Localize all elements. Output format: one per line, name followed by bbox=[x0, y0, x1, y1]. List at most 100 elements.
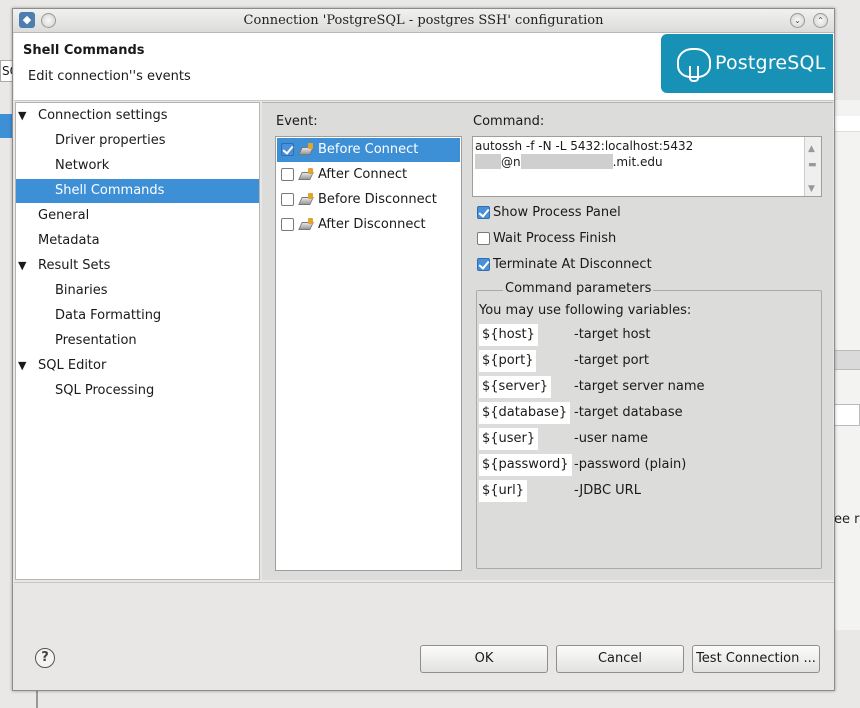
tree-item-sql-editor[interactable]: ▼ SQL Editor bbox=[16, 354, 259, 378]
plug-icon bbox=[298, 218, 314, 232]
tree-item-presentation[interactable]: Presentation bbox=[16, 329, 259, 353]
tree-item-binaries[interactable]: Binaries bbox=[16, 279, 259, 303]
tree-item-connection-settings[interactable]: ▼ Connection settings bbox=[16, 104, 259, 128]
tree-item-data-formatting[interactable]: Data Formatting bbox=[16, 304, 259, 328]
tree-item-label: Binaries bbox=[55, 283, 108, 298]
tree-item-driver-properties[interactable]: Driver properties bbox=[16, 129, 259, 153]
command-parameters-title: Command parameters bbox=[503, 281, 654, 296]
param-description: -target port bbox=[574, 353, 649, 368]
help-icon[interactable]: ? bbox=[35, 648, 55, 668]
tree-item-label: Metadata bbox=[38, 233, 100, 248]
command-textarea[interactable]: autossh -f -N -L 5432:localhost:5432 @n.… bbox=[472, 136, 822, 197]
tree-item-label: SQL Editor bbox=[38, 358, 107, 373]
ok-button[interactable]: OK bbox=[420, 645, 548, 673]
event-label: Event: bbox=[276, 114, 318, 129]
param-variable: ${database} bbox=[479, 402, 571, 424]
param-variable: ${password} bbox=[479, 454, 572, 476]
command-text-fragment: @n bbox=[501, 155, 521, 169]
wait-process-finish-checkbox[interactable] bbox=[477, 232, 490, 245]
event-before-connect[interactable]: Before Connect bbox=[277, 138, 460, 162]
scroll-up-icon[interactable]: ▲ bbox=[808, 141, 815, 157]
tree-item-label: Driver properties bbox=[55, 133, 166, 148]
param-variable: ${url} bbox=[479, 480, 528, 502]
param-description: -target host bbox=[574, 327, 651, 342]
event-checkbox[interactable] bbox=[281, 218, 294, 231]
param-variable: ${server} bbox=[479, 376, 551, 398]
tree-item-label: Result Sets bbox=[38, 258, 111, 273]
tree-item-network[interactable]: Network bbox=[16, 154, 259, 178]
tree-item-label: General bbox=[38, 208, 90, 223]
expand-triangle-icon[interactable]: ▼ bbox=[18, 104, 26, 128]
param-variable: ${host} bbox=[479, 324, 538, 346]
option-label: Wait Process Finish bbox=[493, 231, 617, 246]
page-header: Shell Commands Edit connection''s events… bbox=[14, 33, 834, 101]
tree-item-label: Connection settings bbox=[38, 108, 168, 123]
background-header-fragment bbox=[834, 350, 860, 370]
command-scrollbar[interactable]: ▲ ▬ ▼ bbox=[804, 137, 821, 196]
param-description: -target server name bbox=[574, 379, 705, 394]
window-title: Connection 'PostgreSQL - postgres SSH' c… bbox=[243, 13, 604, 28]
event-after-disconnect[interactable]: After Disconnect bbox=[277, 213, 460, 237]
background-row-fragment bbox=[834, 116, 860, 132]
scroll-thumb-icon[interactable]: ▬ bbox=[808, 157, 817, 173]
param-description: -password (plain) bbox=[574, 457, 687, 472]
command-line-2: @n .mit.edu bbox=[475, 154, 819, 170]
tree-item-shell-commands[interactable]: Shell Commands bbox=[16, 179, 259, 203]
background-divider bbox=[36, 690, 44, 708]
params-intro: You may use following variables: bbox=[479, 303, 692, 318]
scroll-down-icon[interactable]: ▼ bbox=[808, 181, 815, 197]
tree-item-label: Network bbox=[55, 158, 110, 173]
footer-divider bbox=[14, 582, 834, 583]
connection-config-dialog: ◆ Connection 'PostgreSQL - postgres SSH'… bbox=[12, 8, 835, 691]
tree-item-label: SQL Processing bbox=[55, 383, 155, 398]
event-item-label: After Disconnect bbox=[318, 217, 426, 232]
event-item-label: After Connect bbox=[318, 167, 408, 182]
show-process-panel-checkbox[interactable] bbox=[477, 206, 490, 219]
plug-icon bbox=[298, 143, 314, 157]
tree-item-general[interactable]: General bbox=[16, 204, 259, 228]
event-checkbox[interactable] bbox=[281, 193, 294, 206]
tree-item-label: Data Formatting bbox=[55, 308, 162, 323]
param-variable: ${port} bbox=[479, 350, 537, 372]
command-line-1: autossh -f -N -L 5432:localhost:5432 bbox=[475, 139, 694, 153]
tree-item-metadata[interactable]: Metadata bbox=[16, 229, 259, 253]
event-checkbox[interactable] bbox=[281, 168, 294, 181]
expand-triangle-icon[interactable]: ▼ bbox=[18, 254, 26, 278]
event-checkbox[interactable] bbox=[281, 143, 294, 156]
maximize-button[interactable]: ⌃ bbox=[813, 13, 828, 28]
minimize-button[interactable]: ⌄ bbox=[790, 13, 805, 28]
param-description: -user name bbox=[574, 431, 649, 446]
event-after-connect[interactable]: After Connect bbox=[277, 163, 460, 187]
settings-tree: ▼ Connection settings Driver properties N… bbox=[15, 102, 260, 580]
tree-item-sql-processing[interactable]: SQL Processing bbox=[16, 379, 259, 403]
tree-item-label: Presentation bbox=[55, 333, 137, 348]
redacted-text bbox=[475, 154, 501, 169]
event-item-label: Before Disconnect bbox=[318, 192, 437, 207]
tree-item-label: Shell Commands bbox=[55, 183, 165, 198]
elephant-icon bbox=[677, 48, 711, 82]
command-label: Command: bbox=[473, 114, 545, 129]
event-item-label: Before Connect bbox=[318, 142, 419, 157]
background-field-fragment bbox=[834, 404, 860, 426]
option-label: Show Process Panel bbox=[493, 205, 621, 220]
tree-item-result-sets[interactable]: ▼ Result Sets bbox=[16, 254, 259, 278]
terminate-at-disconnect-checkbox[interactable] bbox=[477, 258, 490, 271]
postgresql-logo: PostgreSQL bbox=[661, 34, 833, 93]
command-text-fragment: .mit.edu bbox=[612, 155, 663, 169]
page-title: Shell Commands bbox=[23, 43, 145, 58]
option-label: Terminate At Disconnect bbox=[493, 257, 652, 272]
expand-triangle-icon[interactable]: ▼ bbox=[18, 354, 26, 378]
event-before-disconnect[interactable]: Before Disconnect bbox=[277, 188, 460, 212]
param-variable: ${user} bbox=[479, 428, 539, 450]
title-bar[interactable]: ◆ Connection 'PostgreSQL - postgres SSH'… bbox=[13, 9, 834, 33]
plug-icon bbox=[298, 193, 314, 207]
redacted-text bbox=[520, 154, 613, 169]
event-list: Before Connect After Connect Before Disc… bbox=[275, 136, 462, 571]
plug-icon bbox=[298, 168, 314, 182]
test-connection-button[interactable]: Test Connection ... bbox=[692, 645, 820, 673]
logo-text: PostgreSQL bbox=[715, 52, 826, 74]
param-description: -JDBC URL bbox=[574, 483, 641, 498]
background-text-fragment: ee re bbox=[834, 512, 860, 527]
param-description: -target database bbox=[574, 405, 683, 420]
cancel-button[interactable]: Cancel bbox=[556, 645, 684, 673]
